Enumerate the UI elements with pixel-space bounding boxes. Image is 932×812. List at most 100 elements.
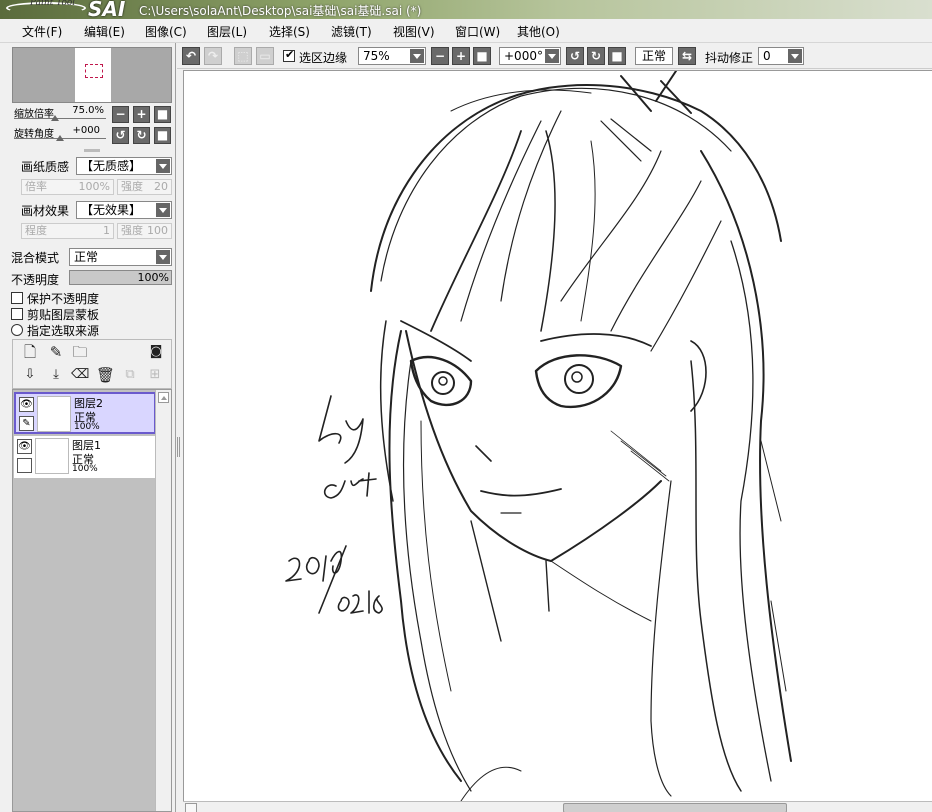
- brush-effect-value: 【无效果】: [81, 203, 142, 217]
- stabilizer-dropdown[interactable]: 0: [758, 47, 804, 65]
- menu-window[interactable]: 窗口(W): [455, 23, 500, 40]
- canvas-zoom-reset-button[interactable]: ■: [473, 47, 491, 65]
- canvas-zoom-out-button[interactable]: −: [431, 47, 449, 65]
- opacity-slider[interactable]: 100%: [69, 270, 172, 285]
- effect-degree-label: 程度: [25, 224, 47, 237]
- chevron-down-icon: [788, 49, 802, 63]
- eye-icon[interactable]: 👁: [19, 397, 34, 412]
- new-folder-icon[interactable]: 🗀: [71, 343, 89, 361]
- effect-strength-value: 100: [147, 224, 168, 237]
- zoom-slider-value: 75.0%: [72, 105, 104, 116]
- redo-button[interactable]: ↷: [204, 47, 222, 65]
- drawing-canvas[interactable]: [183, 70, 932, 802]
- preserve-opacity-checkbox[interactable]: [11, 292, 23, 304]
- canvas-zoom-dropdown[interactable]: 75%: [358, 47, 426, 65]
- menu-edit[interactable]: 编辑(E): [84, 23, 125, 40]
- canvas-horizontal-scrollbar[interactable]: [183, 801, 932, 812]
- view-mode-button[interactable]: 正常: [635, 47, 673, 65]
- selection-edge-checkbox[interactable]: ✔: [283, 48, 295, 62]
- paper-texture-label: 画纸质感: [21, 160, 70, 174]
- flip-horizontal-button[interactable]: ⇆: [678, 47, 696, 65]
- panel-splitter[interactable]: [176, 43, 182, 812]
- layer-merge-down-icon[interactable]: ⤓: [47, 366, 65, 384]
- menu-filter[interactable]: 滤镜(T): [331, 23, 372, 40]
- paper-texture-dropdown[interactable]: 【无质感】: [76, 157, 172, 175]
- blend-mode-value: 正常: [74, 250, 99, 264]
- navigator-viewport-rect[interactable]: [85, 64, 103, 78]
- apply-mask-icon[interactable]: ⧉: [121, 366, 139, 384]
- selection-source-radio[interactable]: [11, 324, 23, 336]
- merge-visible-icon[interactable]: ⊞: [146, 366, 164, 384]
- effect-degree-value: 1: [103, 224, 110, 237]
- blend-mode-label: 混合模式: [11, 251, 60, 265]
- logo-big-text: SAI: [88, 0, 126, 21]
- menu-select[interactable]: 选择(S): [269, 23, 310, 40]
- delete-layer-icon[interactable]: 🗑: [96, 366, 115, 384]
- canvas-rotation-dropdown[interactable]: +000°: [499, 47, 561, 65]
- invert-selection-button[interactable]: ▭: [256, 47, 274, 65]
- splitter-grip[interactable]: [177, 437, 180, 457]
- pencil-icon[interactable]: ✎: [19, 416, 34, 431]
- zoom-slider-track[interactable]: [14, 118, 106, 119]
- paper-strength-field: 强度 20: [117, 179, 172, 195]
- layer-thumbnail: [37, 396, 71, 432]
- chevron-down-icon: [156, 250, 170, 264]
- left-panel: 缩放倍率 75.0% − + ■ 旋转角度 +000 ↺ ↻ ■ 画纸质感 【无…: [0, 43, 176, 812]
- clipping-mask-checkbox[interactable]: [11, 308, 23, 320]
- paper-strength-value: 20: [154, 180, 168, 193]
- menu-file[interactable]: 文件(F): [22, 23, 62, 40]
- clear-layer-icon[interactable]: ⌫: [71, 366, 89, 384]
- layer-copy-down-icon[interactable]: ⇩: [21, 366, 39, 384]
- rotate-reset-button[interactable]: ■: [154, 127, 171, 144]
- scroll-up-icon[interactable]: [158, 392, 169, 403]
- chevron-down-icon: [156, 203, 170, 217]
- sketch-artwork: [285, 70, 792, 802]
- menu-layer[interactable]: 图层(L): [207, 23, 247, 40]
- blend-mode-dropdown[interactable]: 正常: [69, 248, 172, 266]
- effect-strength-field: 强度 100: [117, 223, 172, 239]
- canvas-rotate-reset-button[interactable]: ■: [608, 47, 626, 65]
- clipping-mask-label: 剪贴图层蒙板: [27, 308, 100, 322]
- rotate-cw-button[interactable]: ↻: [133, 127, 150, 144]
- menu-image[interactable]: 图像(C): [145, 23, 187, 40]
- deselect-button[interactable]: ⬚: [234, 47, 252, 65]
- canvas-rotate-cw-button[interactable]: ↻: [587, 47, 605, 65]
- new-layer-icon[interactable]: 🗋: [21, 343, 39, 361]
- menu-bar: 文件(F) 编辑(E) 图像(C) 图层(L) 选择(S) 滤镜(T) 视图(V…: [0, 19, 932, 43]
- rotate-slider-thumb[interactable]: [56, 135, 64, 141]
- navigator-preview[interactable]: [12, 47, 172, 103]
- scroll-left-icon[interactable]: [185, 803, 197, 812]
- canvas-zoom-value: 75%: [363, 49, 390, 63]
- menu-other[interactable]: 其他(O): [517, 23, 560, 40]
- opacity-value: 100%: [137, 271, 169, 284]
- app-logo: Paint Tool SAI: [4, 0, 126, 21]
- zoom-slider-thumb[interactable]: [51, 115, 59, 121]
- pencil-slot[interactable]: [17, 458, 32, 473]
- paper-scale-field: 倍率 100%: [21, 179, 114, 195]
- zoom-reset-button[interactable]: ■: [154, 106, 171, 123]
- layer-scrollbar[interactable]: [155, 390, 171, 811]
- new-linework-layer-icon[interactable]: ✎: [47, 343, 65, 361]
- menu-view[interactable]: 视图(V): [393, 23, 435, 40]
- canvas-zoom-in-button[interactable]: +: [452, 47, 470, 65]
- brush-effect-dropdown[interactable]: 【无效果】: [76, 201, 172, 219]
- scroll-thumb[interactable]: [563, 803, 787, 812]
- preserve-opacity-label: 保护不透明度: [27, 292, 100, 306]
- navigator-paper: [75, 48, 111, 102]
- zoom-out-button[interactable]: −: [112, 106, 129, 123]
- canvas-rotate-ccw-button[interactable]: ↺: [566, 47, 584, 65]
- layer-item[interactable]: 👁 ✎ 图层2 正常 100%: [14, 392, 156, 434]
- check-icon: ✔: [285, 48, 295, 61]
- eye-icon[interactable]: 👁: [17, 439, 32, 454]
- layer-item[interactable]: 👁 图层1 正常 100%: [14, 436, 156, 478]
- selection-edge-label: 选区边缘: [299, 51, 348, 65]
- undo-button[interactable]: ↶: [182, 47, 200, 65]
- new-mask-icon[interactable]: ◙: [147, 343, 165, 361]
- window-title: C:\Users\solaAnt\Desktop\sai基础\sai基础.sai…: [139, 4, 422, 18]
- rotate-ccw-button[interactable]: ↺: [112, 127, 129, 144]
- stabilizer-label: 抖动修正: [705, 51, 754, 65]
- chevron-down-icon: [156, 159, 170, 173]
- layer-list: 👁 ✎ 图层2 正常 100% 👁 图层1 正常 100%: [12, 389, 172, 812]
- zoom-in-button[interactable]: +: [133, 106, 150, 123]
- layer-thumbnail: [35, 438, 69, 474]
